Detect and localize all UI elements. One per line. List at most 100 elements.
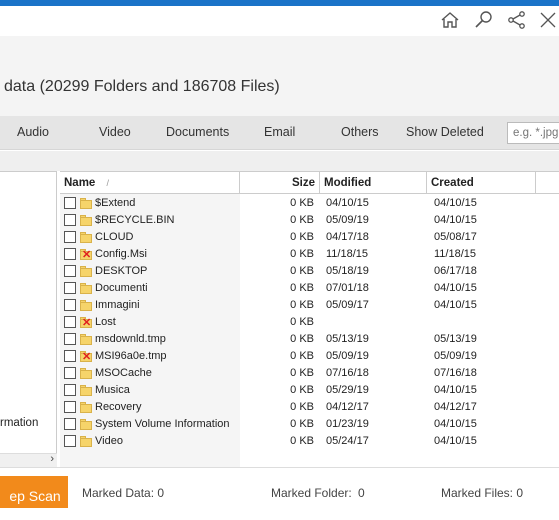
- file-size: 0 KB: [290, 316, 314, 328]
- file-modified: 05/09/19: [326, 214, 369, 226]
- row-checkbox[interactable]: [64, 197, 76, 209]
- filter-video[interactable]: Video: [99, 125, 131, 139]
- column-header-created[interactable]: Created: [427, 172, 536, 194]
- folder-icon: [80, 232, 92, 243]
- file-modified: 05/13/19: [326, 333, 369, 345]
- filter-others[interactable]: Others: [341, 125, 379, 139]
- file-list-grid: Name / Size Modified Created $Extend 0 KB…: [60, 171, 559, 468]
- folder-icon: [80, 198, 92, 209]
- table-row[interactable]: $Extend 0 KB 04/10/15 04/10/15: [60, 195, 559, 212]
- row-checkbox[interactable]: [64, 214, 76, 226]
- file-name: msdownld.tmp: [95, 333, 166, 345]
- table-row[interactable]: ✕ Config.Msi 0 KB 11/18/15 11/18/15: [60, 246, 559, 263]
- deleted-mark-icon: ✕: [82, 249, 92, 261]
- file-name: Documenti: [95, 282, 148, 294]
- folder-tree-pane[interactable]: rmation ›: [0, 171, 57, 467]
- file-type-filter-bar: Audio Video Documents Email Others Show …: [0, 116, 559, 150]
- filter-show-deleted[interactable]: Show Deleted: [406, 125, 484, 139]
- row-checkbox[interactable]: [64, 248, 76, 260]
- deleted-mark-icon: ✕: [82, 351, 92, 363]
- file-modified: 01/23/19: [326, 418, 369, 430]
- file-name: Lost: [95, 316, 116, 328]
- file-size: 0 KB: [290, 367, 314, 379]
- folder-icon: [80, 419, 92, 430]
- row-checkbox[interactable]: [64, 418, 76, 430]
- file-modified: 04/10/15: [326, 197, 369, 209]
- table-row[interactable]: Video 0 KB 05/24/17 04/10/15: [60, 433, 559, 450]
- column-header-name[interactable]: Name /: [60, 172, 240, 194]
- table-row[interactable]: Musica 0 KB 05/29/19 04/10/15: [60, 382, 559, 399]
- table-row[interactable]: ✕ MSI96a0e.tmp 0 KB 05/09/19 05/09/19: [60, 348, 559, 365]
- filter-documents[interactable]: Documents: [166, 125, 229, 139]
- file-name: Immagini: [95, 299, 140, 311]
- file-created: 05/08/17: [434, 231, 477, 243]
- file-created: 04/12/17: [434, 401, 477, 413]
- file-name: System Volume Information: [95, 418, 230, 430]
- file-created: 06/17/18: [434, 265, 477, 277]
- file-modified: 04/17/18: [326, 231, 369, 243]
- file-name: $Extend: [95, 197, 136, 209]
- table-row[interactable]: MSOCache 0 KB 07/16/18 07/16/18: [60, 365, 559, 382]
- file-size: 0 KB: [290, 435, 314, 447]
- table-row[interactable]: DESKTOP 0 KB 05/18/19 06/17/18: [60, 263, 559, 280]
- file-size: 0 KB: [290, 333, 314, 345]
- filter-audio[interactable]: Audio: [17, 125, 49, 139]
- tree-horizontal-scrollbar[interactable]: ›: [0, 453, 57, 467]
- table-row[interactable]: Immagini 0 KB 05/09/17 04/10/15: [60, 297, 559, 314]
- file-size: 0 KB: [290, 265, 314, 277]
- file-created: 04/10/15: [434, 197, 477, 209]
- file-name: $RECYCLE.BIN: [95, 214, 175, 226]
- row-checkbox[interactable]: [64, 384, 76, 396]
- table-row[interactable]: msdownld.tmp 0 KB 05/13/19 05/13/19: [60, 331, 559, 348]
- deep-scan-button[interactable]: ep Scan: [0, 476, 68, 508]
- row-checkbox[interactable]: [64, 265, 76, 277]
- table-row[interactable]: ✕ Lost 0 KB: [60, 314, 559, 331]
- expand-icon[interactable]: [538, 10, 559, 30]
- table-row[interactable]: Recovery 0 KB 04/12/17 04/12/17: [60, 399, 559, 416]
- filter-email[interactable]: Email: [264, 125, 295, 139]
- table-row[interactable]: Documenti 0 KB 07/01/18 04/10/15: [60, 280, 559, 297]
- file-size: 0 KB: [290, 299, 314, 311]
- file-search-input[interactable]: [507, 122, 559, 144]
- file-name: Musica: [95, 384, 130, 396]
- file-size: 0 KB: [290, 231, 314, 243]
- file-list-header: Name / Size Modified Created: [60, 172, 559, 194]
- row-checkbox[interactable]: [64, 282, 76, 294]
- row-checkbox[interactable]: [64, 350, 76, 362]
- file-created: 04/10/15: [434, 418, 477, 430]
- row-checkbox[interactable]: [64, 316, 76, 328]
- folder-icon: [80, 402, 92, 413]
- row-checkbox[interactable]: [64, 299, 76, 311]
- file-created: 05/13/19: [434, 333, 477, 345]
- share-icon[interactable]: [507, 10, 529, 30]
- file-created: 04/10/15: [434, 282, 477, 294]
- row-checkbox[interactable]: [64, 231, 76, 243]
- file-created: 04/10/15: [434, 435, 477, 447]
- search-icon[interactable]: [474, 10, 496, 30]
- file-created: 07/16/18: [434, 367, 477, 379]
- tree-item[interactable]: rmation: [0, 417, 38, 429]
- row-checkbox[interactable]: [64, 367, 76, 379]
- marked-data-status: Marked Data: 0: [82, 486, 164, 500]
- scroll-right-icon[interactable]: ›: [50, 453, 54, 465]
- file-created: 04/10/15: [434, 214, 477, 226]
- table-row[interactable]: CLOUD 0 KB 04/17/18 05/08/17: [60, 229, 559, 246]
- table-row[interactable]: System Volume Information 0 KB 01/23/19 04/…: [60, 416, 559, 433]
- deleted-mark-icon: ✕: [82, 317, 92, 329]
- file-name: MSI96a0e.tmp: [95, 350, 167, 362]
- row-checkbox[interactable]: [64, 333, 76, 345]
- folder-icon: [80, 385, 92, 396]
- column-header-name-label: Name: [64, 177, 96, 189]
- table-row[interactable]: $RECYCLE.BIN 0 KB 05/09/19 04/10/15: [60, 212, 559, 229]
- file-size: 0 KB: [290, 401, 314, 413]
- folder-icon: [80, 368, 92, 379]
- row-checkbox[interactable]: [64, 401, 76, 413]
- row-checkbox[interactable]: [64, 435, 76, 447]
- column-header-size[interactable]: Size: [240, 172, 320, 194]
- home-icon[interactable]: [440, 10, 462, 30]
- file-modified: 07/16/18: [326, 367, 369, 379]
- file-size: 0 KB: [290, 350, 314, 362]
- marked-data-value: 0: [157, 486, 165, 500]
- column-header-modified[interactable]: Modified: [320, 172, 427, 194]
- folder-icon: [80, 436, 92, 447]
